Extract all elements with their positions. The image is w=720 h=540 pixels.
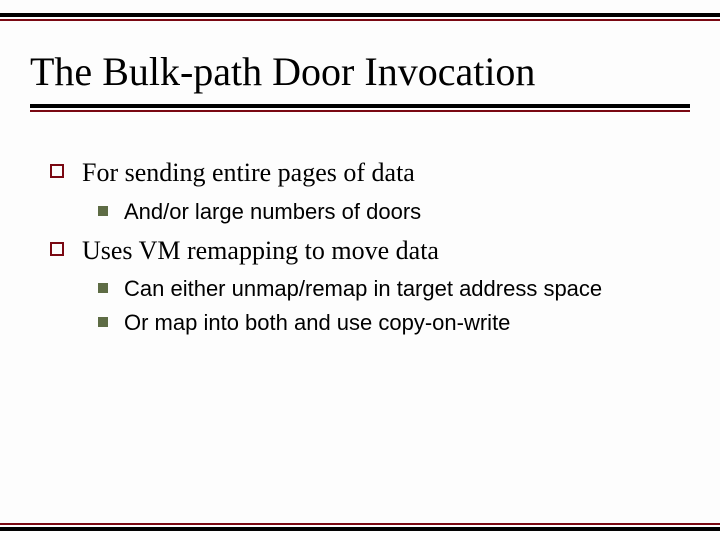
- bullet-level2: And/or large numbers of doors: [98, 196, 680, 228]
- bullet-text: And/or large numbers of doors: [124, 196, 421, 228]
- square-outline-icon: [50, 242, 64, 256]
- top-rule-black: [0, 13, 720, 17]
- bullet-text: Uses VM remapping to move data: [82, 232, 439, 270]
- square-solid-icon: [98, 283, 108, 293]
- square-outline-icon: [50, 164, 64, 178]
- slide: The Bulk-path Door Invocation For sendin…: [0, 0, 720, 540]
- bullet-level2: Can either unmap/remap in target address…: [98, 273, 680, 305]
- slide-body: For sending entire pages of data And/or …: [50, 150, 680, 341]
- slide-title: The Bulk-path Door Invocation: [30, 50, 690, 94]
- bottom-rule-black: [0, 527, 720, 531]
- bullet-text: For sending entire pages of data: [82, 154, 415, 192]
- bullet-text: Or map into both and use copy-on-write: [124, 307, 510, 339]
- bullet-text: Can either unmap/remap in target address…: [124, 273, 602, 305]
- square-solid-icon: [98, 317, 108, 327]
- bullet-level1: Uses VM remapping to move data: [50, 232, 680, 270]
- square-solid-icon: [98, 206, 108, 216]
- title-block: The Bulk-path Door Invocation: [30, 50, 690, 112]
- bottom-rule-red: [0, 523, 720, 525]
- top-rule-red: [0, 19, 720, 21]
- title-underline-black: [30, 104, 690, 108]
- bullet-level1: For sending entire pages of data: [50, 154, 680, 192]
- bullet-level2: Or map into both and use copy-on-write: [98, 307, 680, 339]
- title-underline-red: [30, 110, 690, 112]
